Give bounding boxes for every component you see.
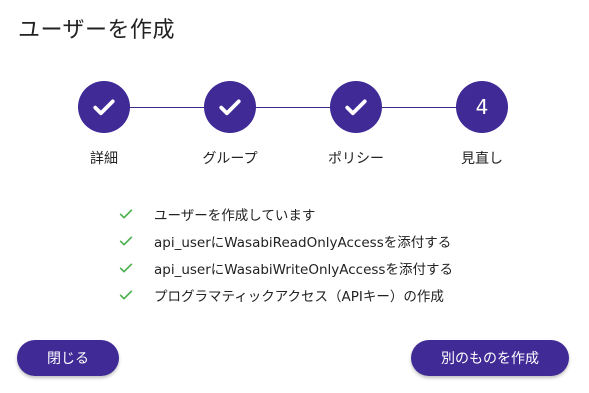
check-icon [119, 263, 133, 272]
task-text: ユーザーを作成しています [154, 207, 316, 224]
task-text: api_userにWasabiReadOnlyAccessを添付する [154, 234, 452, 251]
list-item: api_userにWasabiWriteOnlyAccessを添付する [118, 254, 578, 281]
step-4-circle: 4 [456, 81, 508, 133]
task-list: ユーザーを作成しています api_userにWasabiReadOnlyAcce… [118, 200, 578, 308]
check-icon [119, 209, 133, 218]
check-icon [119, 290, 133, 299]
step-connector [130, 107, 206, 108]
list-item: ユーザーを作成しています [118, 200, 578, 227]
step-label-groups: グループ [202, 151, 258, 167]
task-text: api_userにWasabiWriteOnlyAccessを添付する [154, 261, 453, 278]
step-number: 4 [475, 95, 489, 119]
step-label-review: 見直し [461, 151, 503, 167]
check-icon [345, 99, 367, 116]
step-connector [256, 107, 332, 108]
step-3-circle [330, 81, 382, 133]
step-1-circle [78, 81, 130, 133]
step-label-policies: ポリシー [328, 151, 384, 167]
step-connector [382, 107, 458, 108]
step-label-details: 詳細 [90, 151, 118, 167]
create-another-button[interactable]: 別のものを作成 [411, 340, 569, 376]
close-button[interactable]: 閉じる [17, 340, 119, 376]
task-text: プログラマティックアクセス（APIキー）の作成 [154, 288, 444, 305]
check-icon [119, 236, 133, 245]
step-2-circle [204, 81, 256, 133]
check-icon [219, 99, 241, 116]
list-item: プログラマティックアクセス（APIキー）の作成 [118, 281, 578, 308]
stepper: 4 詳細 グループ ポリシー 見直し [0, 0, 589, 180]
list-item: api_userにWasabiReadOnlyAccessを添付する [118, 227, 578, 254]
check-icon [93, 99, 115, 116]
